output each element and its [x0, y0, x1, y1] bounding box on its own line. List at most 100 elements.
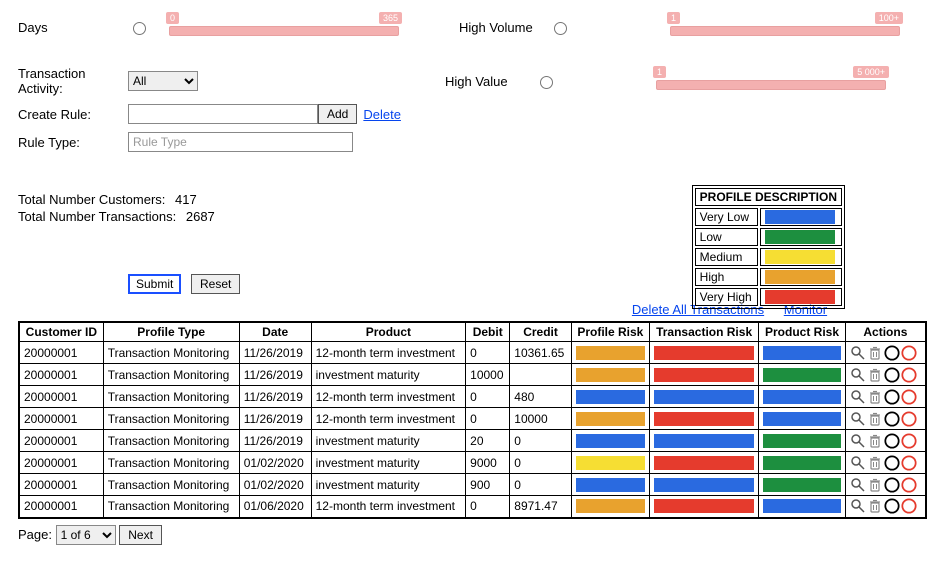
circle-black-icon[interactable] [884, 411, 900, 427]
circle-black-icon[interactable] [884, 477, 900, 493]
circle-black-icon[interactable] [884, 345, 900, 361]
cell-date: 11/26/2019 [239, 342, 311, 364]
high-volume-radio[interactable] [554, 22, 567, 35]
days-slider[interactable]: 0 365 [169, 18, 399, 36]
circle-black-icon[interactable] [884, 433, 900, 449]
days-max-badge: 365 [379, 12, 402, 24]
transaction-activity-select[interactable]: All [128, 71, 198, 91]
view-icon[interactable] [850, 498, 866, 514]
cell-credit [510, 364, 572, 386]
rule-type-input[interactable] [128, 132, 353, 152]
legend-swatch [765, 290, 835, 304]
high-value-slider[interactable]: 1 5 000+ [656, 72, 886, 90]
risk-bar [576, 368, 645, 382]
risk-bar [654, 478, 754, 492]
view-icon[interactable] [850, 367, 866, 383]
risk-bar [763, 390, 840, 404]
cell-profile-risk [571, 342, 649, 364]
column-header: Transaction Risk [649, 322, 758, 342]
reset-button[interactable]: Reset [191, 274, 240, 294]
trash-icon[interactable] [867, 433, 883, 449]
create-rule-input[interactable] [128, 104, 318, 124]
cell-product: 12-month term investment [311, 386, 466, 408]
cell-transaction-risk [649, 386, 758, 408]
column-header: Credit [510, 322, 572, 342]
days-radio[interactable] [133, 22, 146, 35]
cell-profile-risk [571, 364, 649, 386]
trash-icon[interactable] [867, 477, 883, 493]
table-row: 20000001Transaction Monitoring01/02/2020… [19, 452, 926, 474]
cell-transaction-risk [649, 496, 758, 518]
legend-label: Very High [695, 288, 758, 306]
add-button[interactable]: Add [318, 104, 357, 124]
cell-actions [845, 386, 926, 408]
trash-icon[interactable] [867, 498, 883, 514]
days-label: Days [18, 20, 128, 35]
view-icon[interactable] [850, 455, 866, 471]
delete-link[interactable]: Delete [363, 107, 401, 122]
circle-black-icon[interactable] [884, 367, 900, 383]
table-row: 20000001Transaction Monitoring11/26/2019… [19, 342, 926, 364]
circle-red-icon[interactable] [901, 455, 917, 471]
cell-profile-type: Transaction Monitoring [103, 342, 239, 364]
risk-bar [654, 368, 754, 382]
submit-button[interactable]: Submit [128, 274, 181, 294]
cell-credit: 0 [510, 474, 572, 496]
view-icon[interactable] [850, 477, 866, 493]
cell-transaction-risk [649, 452, 758, 474]
risk-bar [763, 368, 840, 382]
trash-icon[interactable] [867, 389, 883, 405]
column-header: Actions [845, 322, 926, 342]
cell-actions [845, 452, 926, 474]
transactions-table: Customer IDProfile TypeDateProductDebitC… [18, 321, 927, 519]
high-value-radio[interactable] [540, 76, 553, 89]
cell-product: investment maturity [311, 452, 466, 474]
column-header: Profile Risk [571, 322, 649, 342]
total-transactions-value: 2687 [186, 209, 215, 224]
high-volume-slider[interactable]: 1 100+ [670, 18, 900, 36]
risk-bar [654, 499, 754, 513]
view-icon[interactable] [850, 389, 866, 405]
cell-profile-type: Transaction Monitoring [103, 452, 239, 474]
cell-profile-type: Transaction Monitoring [103, 474, 239, 496]
trash-icon[interactable] [867, 411, 883, 427]
legend-label: High [695, 268, 758, 286]
trash-icon[interactable] [867, 455, 883, 471]
cell-profile-risk [571, 430, 649, 452]
circle-red-icon[interactable] [901, 477, 917, 493]
cell-actions [845, 364, 926, 386]
circle-black-icon[interactable] [884, 455, 900, 471]
circle-red-icon[interactable] [901, 498, 917, 514]
cell-date: 11/26/2019 [239, 408, 311, 430]
cell-profile-type: Transaction Monitoring [103, 496, 239, 518]
rule-type-label: Rule Type: [18, 135, 128, 150]
page-select[interactable]: 1 of 6 [56, 525, 116, 545]
cell-debit: 0 [466, 496, 510, 518]
view-icon[interactable] [850, 433, 866, 449]
circle-black-icon[interactable] [884, 498, 900, 514]
next-button[interactable]: Next [119, 525, 162, 545]
circle-red-icon[interactable] [901, 367, 917, 383]
hval-max-badge: 5 000+ [853, 66, 889, 78]
cell-date: 11/26/2019 [239, 386, 311, 408]
cell-product-risk [759, 386, 845, 408]
cell-profile-risk [571, 474, 649, 496]
cell-actions [845, 430, 926, 452]
risk-bar [654, 434, 754, 448]
view-icon[interactable] [850, 345, 866, 361]
circle-red-icon[interactable] [901, 389, 917, 405]
trash-icon[interactable] [867, 345, 883, 361]
view-icon[interactable] [850, 411, 866, 427]
cell-product-risk [759, 496, 845, 518]
risk-bar [763, 434, 840, 448]
circle-black-icon[interactable] [884, 389, 900, 405]
circle-red-icon[interactable] [901, 433, 917, 449]
cell-debit: 0 [466, 386, 510, 408]
cell-customer-id: 20000001 [19, 364, 103, 386]
total-customers-label: Total Number Customers: [18, 192, 165, 207]
trash-icon[interactable] [867, 367, 883, 383]
risk-bar [763, 412, 840, 426]
circle-red-icon[interactable] [901, 411, 917, 427]
circle-red-icon[interactable] [901, 345, 917, 361]
legend-swatch [765, 270, 835, 284]
